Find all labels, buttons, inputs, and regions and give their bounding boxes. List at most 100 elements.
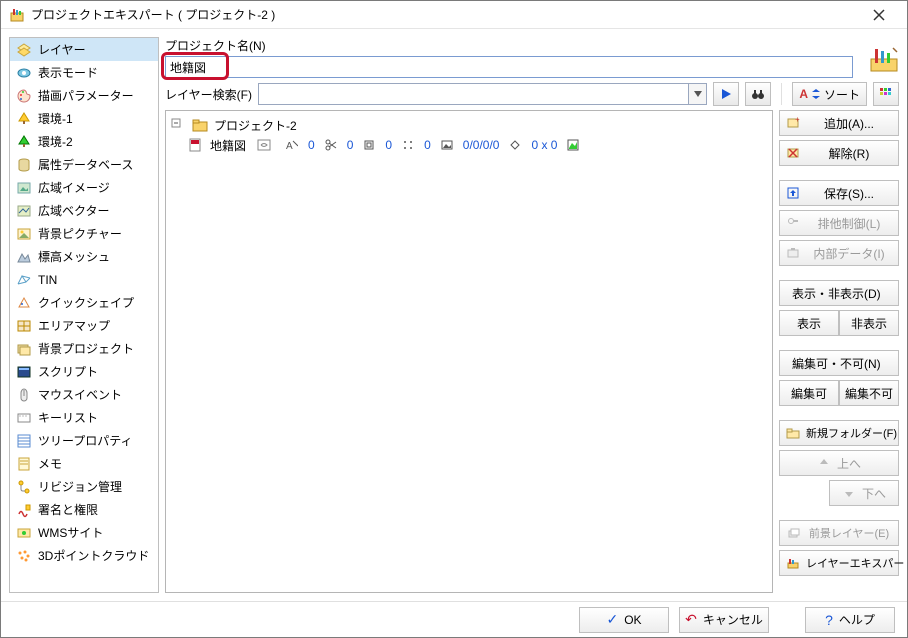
svg-text:A: A: [286, 141, 293, 151]
sidebar-item-wide-image[interactable]: 広域イメージ: [10, 176, 158, 199]
sidebar-item-sign[interactable]: 署名と権限: [10, 498, 158, 521]
sidebar-item-label: 3Dポイントクラウド: [38, 547, 149, 564]
move-up-button[interactable]: 上へ: [779, 450, 899, 476]
sidebar-item-label: 広域イメージ: [38, 179, 110, 196]
tree-root-item[interactable]: プロジェクト-2: [170, 115, 768, 135]
sidebar-item-layer[interactable]: レイヤー: [10, 38, 158, 61]
editable-on-button[interactable]: 編集可: [779, 380, 839, 406]
project-name-label: プロジェクト名(N): [165, 37, 853, 54]
sidebar-item-attr-db[interactable]: 属性データベース: [10, 153, 158, 176]
sidebar-item-keylist[interactable]: キーリスト: [10, 406, 158, 429]
tree-layer-item[interactable]: 地籍図 A 0 0 0 0 0/0/0/0: [188, 135, 768, 155]
internal-data-button[interactable]: 内部データ(I): [779, 240, 899, 266]
arrow-up-icon: [817, 456, 831, 470]
sidebar-item-label: 表示モード: [38, 64, 98, 81]
remove-icon: [786, 146, 800, 160]
sidebar-item-label: マウスイベント: [38, 386, 122, 403]
add-icon: +: [786, 116, 800, 130]
foreground-layer-button[interactable]: 前景レイヤー(E): [779, 520, 899, 546]
project-icon: [192, 117, 208, 133]
sidebar-item-label: キーリスト: [38, 409, 98, 426]
tree-root-label: プロジェクト-2: [214, 117, 297, 134]
undo-icon: ↶: [685, 611, 697, 628]
sidebar-item-areamap[interactable]: エリアマップ: [10, 314, 158, 337]
sidebar-item-revision[interactable]: リビジョン管理: [10, 475, 158, 498]
layers-icon: [16, 42, 32, 58]
editable-off-button[interactable]: 編集不可: [839, 380, 899, 406]
sidebar-item-label: 環境-2: [38, 133, 73, 150]
save-icon: [786, 186, 800, 200]
sidebar-item-display-mode[interactable]: 表示モード: [10, 61, 158, 84]
sidebar-item-script[interactable]: スクリプト: [10, 360, 158, 383]
points-icon: [402, 139, 414, 151]
internal-data-icon: [786, 246, 800, 260]
database-icon: [16, 157, 32, 173]
sidebar-item-memo[interactable]: メモ: [10, 452, 158, 475]
move-down-button[interactable]: 下へ: [829, 480, 899, 506]
layer-tree[interactable]: プロジェクト-2 地籍図 A 0 0 0: [165, 110, 773, 593]
layer-search-dropdown-button[interactable]: [689, 83, 707, 105]
cancel-button[interactable]: ↶キャンセル: [679, 607, 769, 633]
layer-search-input[interactable]: [258, 83, 689, 105]
layer-stats: A 0 0 0 0 0/0/0/0 0 x 0: [286, 138, 579, 152]
check-icon: ✓: [606, 611, 618, 628]
palette-icon: [16, 88, 32, 104]
search-run-button[interactable]: [713, 82, 739, 106]
signature-icon: [16, 502, 32, 518]
sidebar-item-env1[interactable]: 環境-1: [10, 107, 158, 130]
sidebar-item-bg-picture[interactable]: 背景ピクチャー: [10, 222, 158, 245]
areamap-icon: [16, 318, 32, 334]
bgproject-icon: [16, 341, 32, 357]
sidebar-item-tin[interactable]: TIN: [10, 268, 158, 291]
save-button[interactable]: 保存(S)...: [779, 180, 899, 206]
sidebar-item-dem[interactable]: 標高メッシュ: [10, 245, 158, 268]
sidebar-item-pointcloud[interactable]: 3Dポイントクラウド: [10, 544, 158, 567]
visibility-toggle-icon[interactable]: [256, 137, 272, 153]
text-count-icon: A: [286, 139, 298, 151]
wms-icon: [16, 525, 32, 541]
layer-expert-button[interactable]: レイヤーエキスパート: [779, 550, 899, 576]
lock-icon: [786, 216, 800, 230]
add-button[interactable]: +追加(A)...: [779, 110, 899, 136]
sort-button[interactable]: Aソート: [792, 82, 867, 106]
help-button[interactable]: ?ヘルプ: [805, 607, 895, 633]
editable-group-header[interactable]: 編集可・不可(N): [779, 350, 899, 376]
layer-file-icon: [188, 137, 204, 153]
script-icon: [16, 364, 32, 380]
hide-button[interactable]: 非表示: [839, 310, 899, 336]
sidebar-item-wide-vector[interactable]: 広域ベクター: [10, 199, 158, 222]
new-folder-button[interactable]: 新規フォルダー(F): [779, 420, 899, 446]
ok-button[interactable]: ✓OK: [579, 607, 669, 633]
expert-logo-icon: [869, 44, 899, 74]
sidebar-item-quickshape[interactable]: クイックシェイプ: [10, 291, 158, 314]
sidebar-item-label: TIN: [38, 273, 57, 287]
sidebar-item-mouseevent[interactable]: マウスイベント: [10, 383, 158, 406]
mesh-size-icon: [509, 139, 521, 151]
visibility-group-header[interactable]: 表示・非表示(D): [779, 280, 899, 306]
sidebar-item-treeprop[interactable]: ツリープロパティ: [10, 429, 158, 452]
sidebar-item-label: 標高メッシュ: [38, 248, 110, 265]
terrain-icon: [16, 249, 32, 265]
layer-search-label: レイヤー検索(F): [165, 86, 252, 103]
color-grid-button[interactable]: [873, 82, 899, 106]
sidebar-item-draw-param[interactable]: 描画パラメーター: [10, 84, 158, 107]
exclusive-lock-button[interactable]: 排他制御(L): [779, 210, 899, 236]
show-button[interactable]: 表示: [779, 310, 839, 336]
minus-box-icon: [170, 117, 186, 133]
sidebar-item-env2[interactable]: 環境-2: [10, 130, 158, 153]
tree-layer-label: 地籍図: [210, 137, 246, 154]
keylist-icon: [16, 410, 32, 426]
quickshape-icon: [16, 295, 32, 311]
sidebar-item-wms[interactable]: WMSサイト: [10, 521, 158, 544]
window-title: プロジェクトエキスパート ( プロジェクト-2 ): [31, 6, 859, 23]
binoculars-button[interactable]: [745, 82, 771, 106]
sidebar-item-label: WMSサイト: [38, 524, 103, 541]
remove-button[interactable]: 解除(R): [779, 140, 899, 166]
project-name-input[interactable]: [165, 56, 853, 78]
separator: [781, 83, 782, 105]
close-button[interactable]: [859, 1, 899, 29]
pointcloud-icon: [16, 548, 32, 564]
sidebar-item-label: クイックシェイプ: [38, 294, 134, 311]
sidebar-item-bgproject[interactable]: 背景プロジェクト: [10, 337, 158, 360]
tree-icon: [16, 111, 32, 127]
